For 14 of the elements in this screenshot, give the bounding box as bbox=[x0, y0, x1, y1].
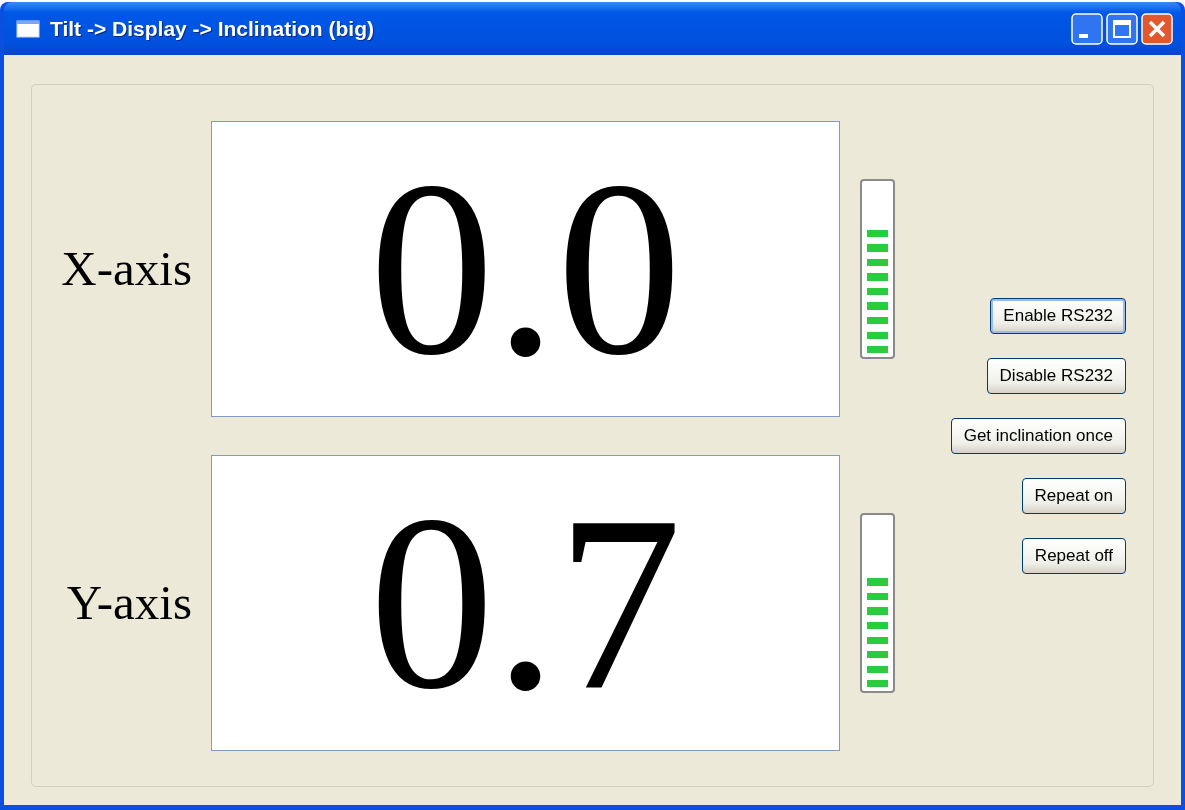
axis-label: X-axis bbox=[60, 240, 192, 299]
command-button[interactable]: Repeat off bbox=[1021, 537, 1126, 574]
command-button[interactable]: Get inclination once bbox=[950, 417, 1126, 454]
axis-label: Y-axis bbox=[65, 574, 192, 633]
inclination-value: 0.0 bbox=[369, 144, 682, 394]
command-button[interactable]: Enable RS232 bbox=[990, 297, 1126, 334]
maximize-button[interactable] bbox=[1106, 12, 1138, 45]
command-button[interactable]: Repeat on bbox=[1021, 477, 1126, 514]
window-title: Tilt -> Display -> Inclination (big) bbox=[50, 15, 374, 42]
minimize-button[interactable] bbox=[1071, 12, 1103, 45]
inclination-value: 0.7 bbox=[369, 478, 682, 728]
close-button[interactable] bbox=[1141, 12, 1173, 45]
window-icon bbox=[16, 19, 40, 38]
command-button[interactable]: Disable RS232 bbox=[986, 357, 1126, 394]
